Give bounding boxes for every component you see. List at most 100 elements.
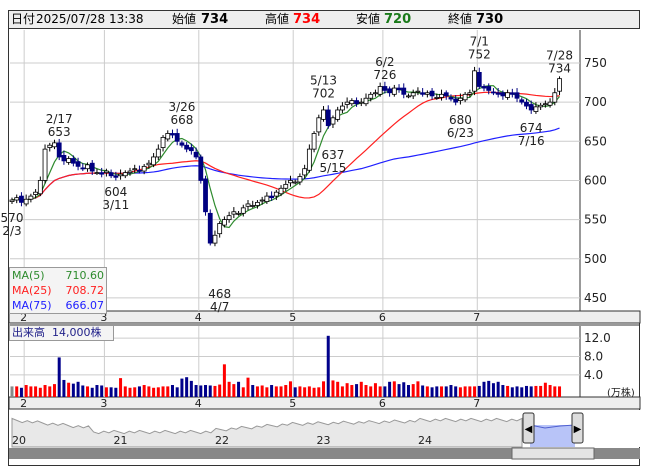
volume-bar [397, 384, 401, 397]
annotation-date: 7/16 [518, 134, 545, 148]
annotation-date: 3/11 [102, 198, 129, 212]
candle-down [514, 92, 520, 99]
volume-bar [524, 385, 528, 397]
candle-down [495, 92, 501, 95]
candle-down [524, 101, 529, 107]
volume-bar [364, 385, 368, 397]
volume-bar [506, 385, 510, 397]
price-tick-label: 550 [584, 213, 607, 227]
price-tick-label: 450 [584, 291, 607, 305]
month-label: 6 [379, 311, 386, 324]
ma5-value: 710.60 [65, 269, 105, 282]
volume-bar [218, 384, 222, 397]
annotation-price: 468 [208, 287, 231, 301]
volume-bar [454, 386, 458, 397]
candle-up [132, 168, 138, 171]
candle-up [373, 92, 378, 95]
candle-up [151, 156, 157, 166]
volume-label: 出来高 [12, 326, 45, 339]
volume-bar [458, 387, 462, 397]
candle-down [448, 97, 454, 100]
volume-bar [255, 386, 259, 397]
annotation-date: 7/28 [546, 49, 573, 63]
volume-bar [449, 385, 453, 397]
annotation-date: 5/15 [319, 161, 346, 175]
candle-up [231, 211, 237, 215]
volume-bar [510, 387, 514, 397]
candle-up [424, 92, 430, 95]
candle-down [89, 162, 95, 172]
volume-bar [213, 385, 217, 397]
candle-up [240, 207, 246, 214]
volume-bar [307, 386, 311, 397]
volume-bar [359, 381, 363, 397]
candle-down [420, 92, 426, 95]
volume-bar [147, 386, 151, 397]
volume-bar [312, 387, 316, 397]
volume-bar [369, 386, 373, 397]
candle-up [533, 106, 539, 112]
candle-up [415, 90, 421, 93]
candle-up [155, 148, 161, 158]
candle-down [207, 212, 213, 244]
candle-up [273, 191, 279, 197]
candle-up [9, 199, 15, 202]
annotation-price: 734 [548, 62, 571, 76]
annotation-date: 4/7 [210, 300, 229, 314]
volume-bar [48, 386, 52, 397]
navigator-year-label: 21 [114, 434, 128, 447]
candle-down [170, 133, 175, 136]
annotation-price: 674 [520, 121, 543, 135]
candle-down [491, 91, 496, 94]
ma75-value: 666.07 [65, 299, 105, 312]
price-volume-chart[interactable]: 750 700 650 600 550 500 450 12.0 8.0 4.0 2 23 3 4 4 5 5 6… [0, 0, 653, 470]
volume-value: 14,000株 [52, 326, 102, 339]
candle-down [429, 90, 435, 97]
volume-bar [515, 386, 519, 397]
candle-down [188, 147, 194, 152]
candle-up [297, 176, 303, 183]
candle-up [344, 101, 350, 105]
volume-bar [57, 357, 61, 397]
volume-bar [185, 377, 189, 397]
volume-bar [128, 387, 132, 397]
candle-up [391, 87, 397, 95]
annotation-date: 6/2 [375, 55, 394, 69]
candle-up [316, 117, 322, 133]
volume-bar [265, 387, 269, 397]
candle-down [174, 133, 180, 142]
ma25-value: 708.72 [65, 284, 105, 297]
annotation-price: 637 [322, 148, 345, 162]
candle-down [269, 195, 275, 199]
month-label: 7 [473, 311, 480, 324]
annotation-price: 752 [468, 47, 491, 61]
candle-up [306, 148, 312, 171]
volume-bar [222, 364, 226, 397]
volume-bar [336, 381, 340, 397]
volume-bar [104, 387, 108, 397]
volume-bar [463, 386, 467, 397]
volume-bar [340, 386, 344, 397]
candle-up [335, 109, 341, 120]
volume-bar [62, 379, 66, 397]
volume-bar [71, 383, 75, 397]
candle-up [165, 133, 171, 140]
candle-down [387, 88, 393, 94]
candle-up [410, 92, 416, 97]
volume-bar [166, 386, 170, 397]
candle-down [481, 86, 487, 89]
volume-bar [95, 385, 99, 397]
candle-up [52, 142, 57, 148]
volume-bar [15, 386, 19, 397]
scrollbar-thumb[interactable] [511, 447, 595, 460]
candle-down [519, 99, 525, 103]
volume-bar [482, 381, 486, 397]
volume-bar [114, 387, 118, 397]
candle-up [311, 133, 317, 150]
candle-up [547, 101, 553, 106]
volume-bar [100, 385, 104, 397]
volume-bar [67, 382, 71, 397]
annotation-date: 7/1 [470, 34, 489, 48]
candle-up [118, 173, 123, 177]
candle-up [302, 168, 308, 176]
